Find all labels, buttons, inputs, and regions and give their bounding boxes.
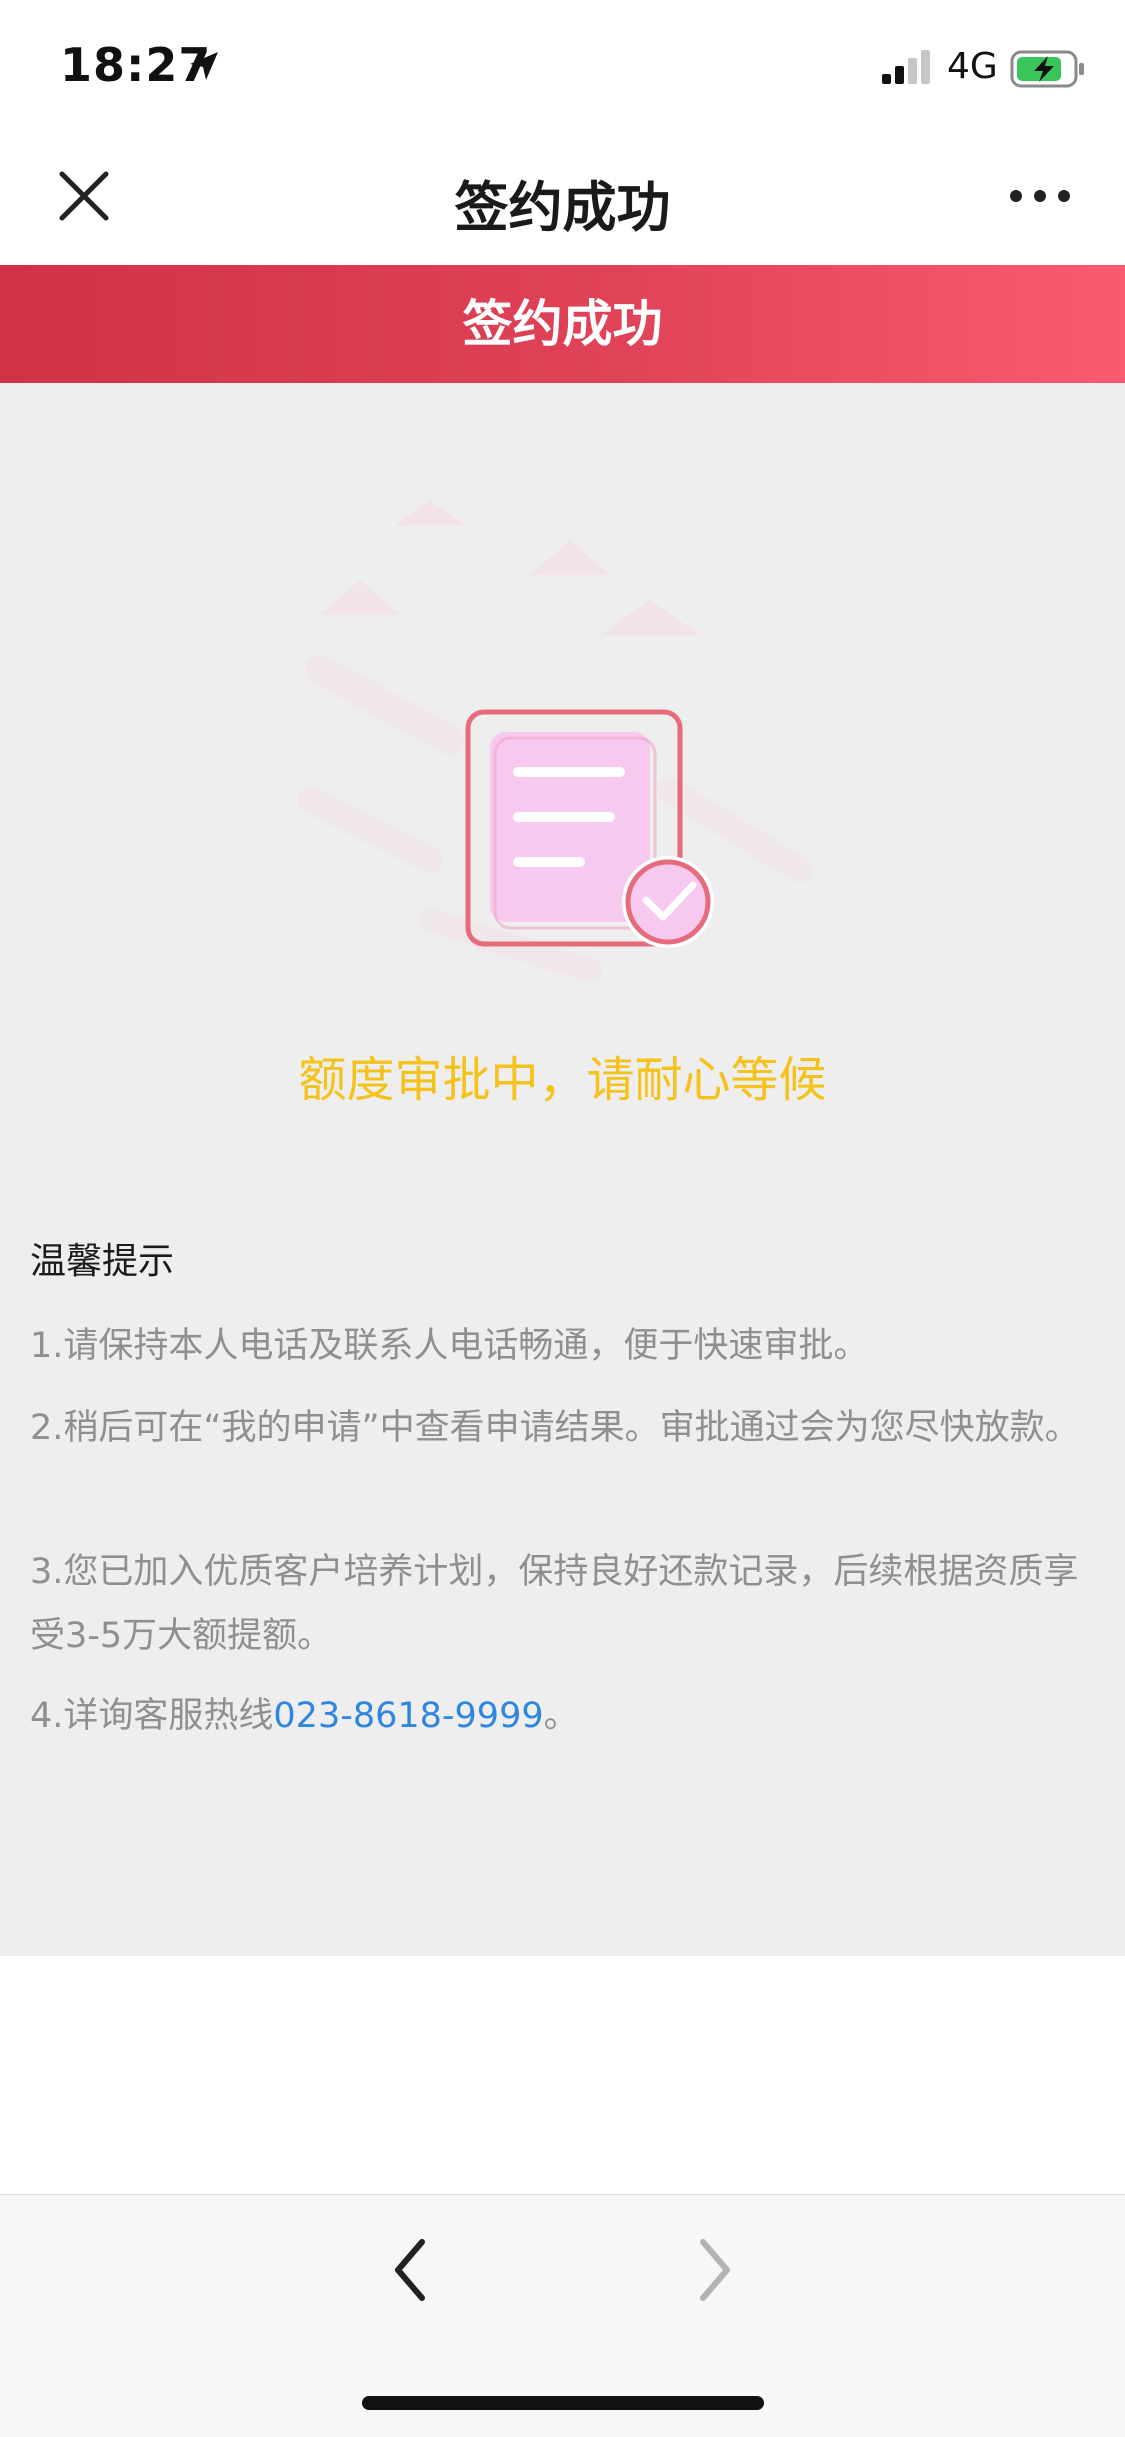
home-indicator bbox=[362, 2396, 764, 2410]
tip-item-1: 1.请保持本人电话及联系人电话畅通，便于快速审批。 bbox=[30, 1326, 869, 1366]
chevron-left-icon[interactable] bbox=[380, 2230, 440, 2310]
document-check-icon bbox=[297, 500, 813, 982]
tip-item-4: 4.详询客服热线023-8618-9999。 bbox=[30, 1684, 1090, 1748]
chevron-right-icon[interactable] bbox=[685, 2230, 745, 2310]
tip-item-2: 2.稍后可在“我的申请”中查看申请结果。审批通过会为您尽快放款。 bbox=[30, 1408, 1080, 1448]
battery-charging-icon bbox=[1010, 50, 1084, 88]
network-type: 4G bbox=[947, 46, 998, 87]
hotline-suffix: 。 bbox=[543, 1696, 579, 1736]
success-banner: 签约成功 bbox=[0, 265, 1125, 383]
hotline-number-link[interactable]: 023-8618-9999 bbox=[273, 1696, 543, 1736]
approval-status-message: 额度审批中，请耐心等候 bbox=[298, 1052, 827, 1108]
hotline-prefix: 4.详询客服热线 bbox=[30, 1696, 274, 1736]
location-arrow-icon bbox=[190, 52, 218, 80]
page-title: 签约成功 bbox=[454, 176, 671, 239]
tip-item-3: 3.您已加入优质客户培养计划，保持良好还款记录，后续根据资质享受3-5万大额提额… bbox=[30, 1552, 1079, 1656]
more-icon[interactable] bbox=[1008, 181, 1072, 211]
tips-title: 温馨提示 bbox=[30, 1241, 175, 1282]
signal-icon bbox=[882, 50, 930, 84]
